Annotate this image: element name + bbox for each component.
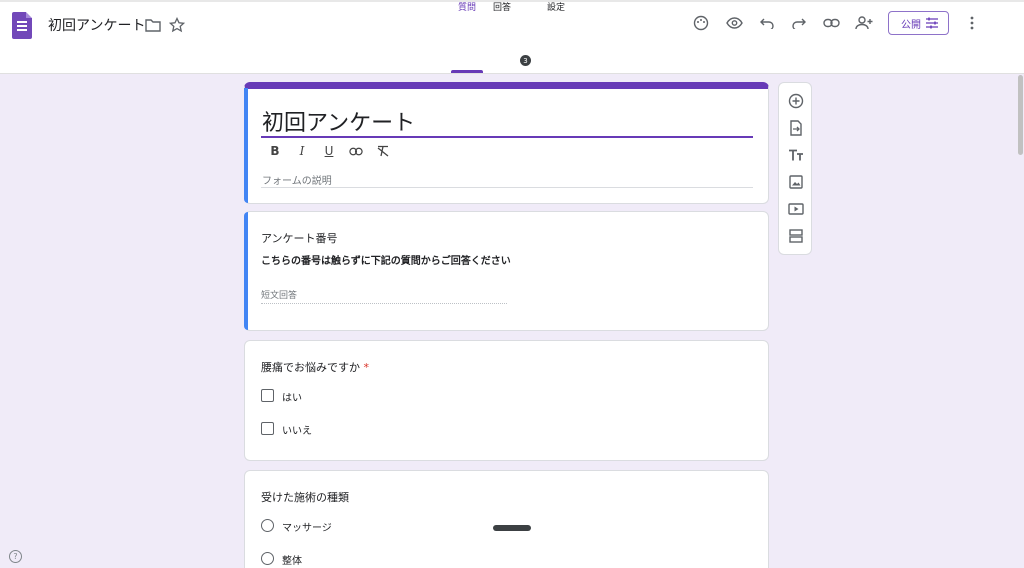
form-description-input[interactable]: フォームの説明 (262, 172, 332, 187)
add-video-icon[interactable] (787, 200, 805, 218)
question-toolbar (778, 82, 812, 255)
link-icon[interactable] (822, 14, 840, 32)
publish-button[interactable]: 公開 (888, 11, 949, 35)
question-card-survey-number[interactable]: アンケート番号 こちらの番号は触らずに下記の質問からご回答ください 短文回答 (244, 211, 769, 331)
active-card-indicator (244, 88, 248, 203)
short-answer-underline (261, 303, 507, 304)
underline-button[interactable]: U (322, 144, 336, 158)
publish-label: 公開 (901, 19, 921, 31)
radio-massage[interactable] (261, 519, 274, 532)
drag-handle[interactable] (493, 525, 531, 531)
forms-logo-icon[interactable] (12, 12, 32, 39)
responses-count-badge: 3 (520, 55, 531, 66)
form-title-input[interactable]: 初回アンケート (262, 105, 415, 137)
browser-edge (0, 0, 1024, 2)
redo-icon[interactable] (790, 14, 808, 32)
document-title[interactable]: 初回アンケート (48, 15, 145, 35)
star-icon[interactable] (168, 16, 186, 34)
required-mark: * (363, 361, 370, 374)
italic-button[interactable]: I (295, 144, 309, 158)
question-title: アンケート番号 (261, 232, 338, 245)
insert-link-icon[interactable] (349, 144, 363, 158)
question-description: こちらの番号は触らずに下記の質問からご回答ください (261, 256, 511, 267)
undo-icon[interactable] (758, 14, 776, 32)
add-collaborator-icon[interactable] (855, 14, 873, 32)
active-question-indicator (244, 212, 248, 330)
clear-formatting-icon[interactable] (376, 144, 390, 158)
help-icon[interactable]: ? (9, 550, 22, 563)
import-questions-icon[interactable] (787, 119, 805, 137)
bold-button[interactable]: B (268, 144, 282, 158)
question-card-treatment-type[interactable]: 受けた施術の種類 マッサージ 整体 (244, 470, 769, 568)
question-card-back-pain[interactable]: 腰痛でお悩みですか * はい いいえ (244, 340, 769, 461)
scrollbar[interactable] (1018, 75, 1023, 155)
folder-icon[interactable] (144, 16, 162, 34)
title-underline (261, 136, 753, 138)
question-title: 腰痛でお悩みですか * (261, 359, 369, 375)
option-label-massage: マッサージ (282, 523, 332, 534)
short-answer-placeholder: 短文回答 (261, 291, 298, 301)
publish-settings-icon (925, 16, 939, 33)
form-title-card[interactable]: 初回アンケート B I U フォームの説明 (244, 82, 769, 204)
option-label-yes: はい (282, 393, 302, 404)
option-label-seitai: 整体 (282, 556, 302, 567)
tab-settings[interactable]: 設定 (547, 0, 565, 13)
add-question-icon[interactable] (787, 92, 805, 110)
checkbox-no[interactable] (261, 422, 274, 435)
radio-seitai[interactable] (261, 552, 274, 565)
description-underline (261, 187, 753, 188)
checkbox-yes[interactable] (261, 389, 274, 402)
question-title-text: 腰痛でお悩みですか (261, 361, 360, 374)
add-image-icon[interactable] (787, 173, 805, 191)
preview-icon[interactable] (725, 14, 743, 32)
add-section-icon[interactable] (787, 227, 805, 245)
palette-icon[interactable] (692, 14, 710, 32)
add-title-text-icon[interactable] (787, 146, 805, 164)
more-icon[interactable] (963, 14, 981, 32)
tab-questions[interactable]: 質問 (458, 0, 476, 13)
active-tab-indicator (451, 70, 483, 73)
top-bar: 初回アンケート 公開 質問 回答 3 設定 (0, 0, 1024, 74)
tab-responses[interactable]: 回答 (493, 0, 511, 13)
question-title: 受けた施術の種類 (261, 491, 349, 504)
option-label-no: いいえ (282, 426, 312, 437)
